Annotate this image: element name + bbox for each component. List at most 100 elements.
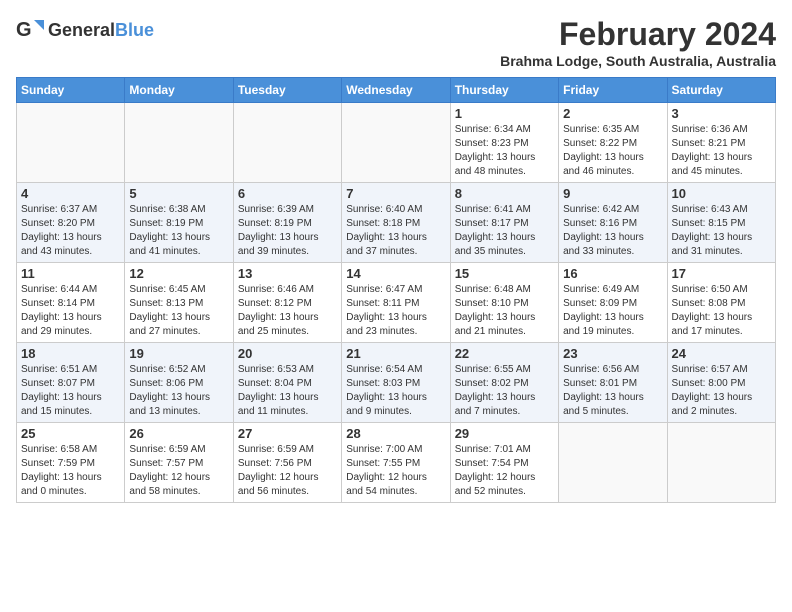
calendar-week-row: 18Sunrise: 6:51 AMSunset: 8:07 PMDayligh… bbox=[17, 343, 776, 423]
cell-info: Sunrise: 6:58 AMSunset: 7:59 PMDaylight:… bbox=[21, 443, 120, 499]
cell-day-number: 12 bbox=[129, 266, 228, 281]
calendar-cell: 11 Sunrise: 6:44 AMSunset: 8:14 PMDayligh… bbox=[17, 263, 125, 343]
cell-info: Sunrise: 6:55 AMSunset: 8:02 PMDaylight:… bbox=[455, 363, 554, 419]
cell-info: Sunrise: 6:39 AMSunset: 8:19 PMDaylight:… bbox=[238, 203, 337, 259]
calendar-cell: 6 Sunrise: 6:39 AMSunset: 8:19 PMDaylight… bbox=[233, 183, 341, 263]
calendar-cell: 14Sunrise: 6:47 AMSunset: 8:11 PMDayligh… bbox=[342, 263, 450, 343]
calendar-cell: 27Sunrise: 6:59 AMSunset: 7:56 PMDayligh… bbox=[233, 423, 341, 503]
page-header: G GeneralBlue February 2024 Brahma Lodge… bbox=[16, 16, 776, 69]
logo-general: General bbox=[48, 20, 115, 40]
calendar-cell: 17Sunrise: 6:50 AMSunset: 8:08 PMDayligh… bbox=[667, 263, 775, 343]
calendar-cell: 13 Sunrise: 6:46 AMSunset: 8:12 PMDayligh… bbox=[233, 263, 341, 343]
cell-info: Sunrise: 6:36 AMSunset: 8:21 PMDaylight:… bbox=[672, 123, 771, 179]
cell-day-number: 16 bbox=[563, 266, 662, 281]
calendar-cell: 4Sunrise: 6:37 AMSunset: 8:20 PMDaylight… bbox=[17, 183, 125, 263]
cell-info: Sunrise: 7:01 AMSunset: 7:54 PMDaylight:… bbox=[455, 443, 554, 499]
cell-day-number: 29 bbox=[455, 426, 554, 441]
cell-info: Sunrise: 6:49 AMSunset: 8:09 PMDaylight:… bbox=[563, 283, 662, 339]
calendar-cell: 5 Sunrise: 6:38 AMSunset: 8:19 PMDaylight… bbox=[125, 183, 233, 263]
cell-info: Sunrise: 6:57 AMSunset: 8:00 PMDaylight:… bbox=[672, 363, 771, 419]
cell-day-number: 26 bbox=[129, 426, 228, 441]
weekday-header-tuesday: Tuesday bbox=[233, 78, 341, 103]
calendar-cell: 22 Sunrise: 6:55 AMSunset: 8:02 PMDayligh… bbox=[450, 343, 558, 423]
calendar-cell: 1 Sunrise: 6:34 AMSunset: 8:23 PMDaylight… bbox=[450, 103, 558, 183]
calendar-cell: 18Sunrise: 6:51 AMSunset: 8:07 PMDayligh… bbox=[17, 343, 125, 423]
calendar-cell: 26 Sunrise: 6:59 AMSunset: 7:57 PMDayligh… bbox=[125, 423, 233, 503]
cell-info: Sunrise: 6:45 AMSunset: 8:13 PMDaylight:… bbox=[129, 283, 228, 339]
calendar-cell: 2 Sunrise: 6:35 AMSunset: 8:22 PMDaylight… bbox=[559, 103, 667, 183]
cell-info: Sunrise: 6:37 AMSunset: 8:20 PMDaylight:… bbox=[21, 203, 120, 259]
calendar-cell: 8Sunrise: 6:41 AMSunset: 8:17 PMDaylight… bbox=[450, 183, 558, 263]
cell-day-number: 23 bbox=[563, 346, 662, 361]
calendar-cell bbox=[559, 423, 667, 503]
cell-day-number: 22 bbox=[455, 346, 554, 361]
calendar-cell bbox=[342, 103, 450, 183]
cell-day-number: 3 bbox=[672, 106, 771, 121]
cell-info: Sunrise: 6:53 AMSunset: 8:04 PMDaylight:… bbox=[238, 363, 337, 419]
calendar-week-row: 4Sunrise: 6:37 AMSunset: 8:20 PMDaylight… bbox=[17, 183, 776, 263]
cell-day-number: 17 bbox=[672, 266, 771, 281]
cell-day-number: 7 bbox=[346, 186, 445, 201]
cell-info: Sunrise: 6:38 AMSunset: 8:19 PMDaylight:… bbox=[129, 203, 228, 259]
calendar-cell bbox=[17, 103, 125, 183]
cell-day-number: 13 bbox=[238, 266, 337, 281]
cell-info: Sunrise: 6:35 AMSunset: 8:22 PMDaylight:… bbox=[563, 123, 662, 179]
cell-info: Sunrise: 6:47 AMSunset: 8:11 PMDaylight:… bbox=[346, 283, 445, 339]
cell-info: Sunrise: 6:54 AMSunset: 8:03 PMDaylight:… bbox=[346, 363, 445, 419]
logo: G GeneralBlue bbox=[16, 16, 154, 44]
cell-day-number: 24 bbox=[672, 346, 771, 361]
logo-icon: G bbox=[16, 16, 44, 44]
calendar-cell: 12 Sunrise: 6:45 AMSunset: 8:13 PMDayligh… bbox=[125, 263, 233, 343]
location-title: Brahma Lodge, South Australia, Australia bbox=[500, 53, 776, 69]
title-area: February 2024 Brahma Lodge, South Austra… bbox=[500, 16, 776, 69]
calendar-cell: 7 Sunrise: 6:40 AMSunset: 8:18 PMDaylight… bbox=[342, 183, 450, 263]
calendar-cell: 24 Sunrise: 6:57 AMSunset: 8:00 PMDayligh… bbox=[667, 343, 775, 423]
cell-day-number: 19 bbox=[129, 346, 228, 361]
weekday-header-wednesday: Wednesday bbox=[342, 78, 450, 103]
calendar-cell: 15Sunrise: 6:48 AMSunset: 8:10 PMDayligh… bbox=[450, 263, 558, 343]
cell-day-number: 5 bbox=[129, 186, 228, 201]
cell-day-number: 6 bbox=[238, 186, 337, 201]
cell-day-number: 2 bbox=[563, 106, 662, 121]
cell-info: Sunrise: 6:48 AMSunset: 8:10 PMDaylight:… bbox=[455, 283, 554, 339]
calendar-cell bbox=[125, 103, 233, 183]
cell-info: Sunrise: 6:41 AMSunset: 8:17 PMDaylight:… bbox=[455, 203, 554, 259]
cell-day-number: 9 bbox=[563, 186, 662, 201]
cell-day-number: 27 bbox=[238, 426, 337, 441]
calendar-cell: 21Sunrise: 6:54 AMSunset: 8:03 PMDayligh… bbox=[342, 343, 450, 423]
month-title: February 2024 bbox=[500, 16, 776, 53]
cell-info: Sunrise: 6:46 AMSunset: 8:12 PMDaylight:… bbox=[238, 283, 337, 339]
calendar-table: SundayMondayTuesdayWednesdayThursdayFrid… bbox=[16, 77, 776, 503]
calendar-cell: 9 Sunrise: 6:42 AMSunset: 8:16 PMDaylight… bbox=[559, 183, 667, 263]
calendar-cell: 10Sunrise: 6:43 AMSunset: 8:15 PMDayligh… bbox=[667, 183, 775, 263]
calendar-cell: 23 Sunrise: 6:56 AMSunset: 8:01 PMDayligh… bbox=[559, 343, 667, 423]
cell-info: Sunrise: 6:59 AMSunset: 7:57 PMDaylight:… bbox=[129, 443, 228, 499]
calendar-cell bbox=[233, 103, 341, 183]
cell-day-number: 28 bbox=[346, 426, 445, 441]
cell-info: Sunrise: 6:56 AMSunset: 8:01 PMDaylight:… bbox=[563, 363, 662, 419]
weekday-header-row: SundayMondayTuesdayWednesdayThursdayFrid… bbox=[17, 78, 776, 103]
calendar-cell: 25 Sunrise: 6:58 AMSunset: 7:59 PMDayligh… bbox=[17, 423, 125, 503]
cell-info: Sunrise: 6:40 AMSunset: 8:18 PMDaylight:… bbox=[346, 203, 445, 259]
calendar-cell: 20Sunrise: 6:53 AMSunset: 8:04 PMDayligh… bbox=[233, 343, 341, 423]
cell-info: Sunrise: 6:34 AMSunset: 8:23 PMDaylight:… bbox=[455, 123, 554, 179]
cell-day-number: 11 bbox=[21, 266, 120, 281]
weekday-header-thursday: Thursday bbox=[450, 78, 558, 103]
cell-info: Sunrise: 6:42 AMSunset: 8:16 PMDaylight:… bbox=[563, 203, 662, 259]
calendar-week-row: 11 Sunrise: 6:44 AMSunset: 8:14 PMDayligh… bbox=[17, 263, 776, 343]
weekday-header-saturday: Saturday bbox=[667, 78, 775, 103]
calendar-cell: 3 Sunrise: 6:36 AMSunset: 8:21 PMDaylight… bbox=[667, 103, 775, 183]
weekday-header-sunday: Sunday bbox=[17, 78, 125, 103]
svg-text:G: G bbox=[16, 19, 32, 41]
calendar-cell: 16 Sunrise: 6:49 AMSunset: 8:09 PMDayligh… bbox=[559, 263, 667, 343]
calendar-cell: 29 Sunrise: 7:01 AMSunset: 7:54 PMDayligh… bbox=[450, 423, 558, 503]
cell-info: Sunrise: 6:44 AMSunset: 8:14 PMDaylight:… bbox=[21, 283, 120, 339]
weekday-header-friday: Friday bbox=[559, 78, 667, 103]
cell-day-number: 1 bbox=[455, 106, 554, 121]
calendar-cell: 19 Sunrise: 6:52 AMSunset: 8:06 PMDayligh… bbox=[125, 343, 233, 423]
weekday-header-monday: Monday bbox=[125, 78, 233, 103]
calendar-week-row: 1 Sunrise: 6:34 AMSunset: 8:23 PMDaylight… bbox=[17, 103, 776, 183]
cell-info: Sunrise: 6:52 AMSunset: 8:06 PMDaylight:… bbox=[129, 363, 228, 419]
logo-blue: Blue bbox=[115, 20, 154, 40]
cell-day-number: 25 bbox=[21, 426, 120, 441]
